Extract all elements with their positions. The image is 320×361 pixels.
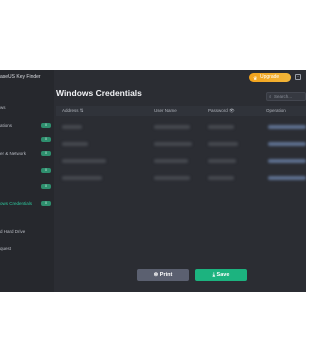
redacted-cell [62,142,88,146]
sidebar-item-windows-credentials[interactable]: ows Credentials 0 [0,199,54,208]
column-header-operation: Operation [266,108,286,113]
redacted-cell [154,159,188,163]
column-label: Address [62,108,79,113]
window-control-icon[interactable]: − [295,74,301,80]
sidebar-item-label: ws [0,105,6,110]
search-icon: ⌕ [269,94,272,99]
count-badge: 0 [41,136,51,142]
column-header-user-name: User Name [154,108,177,113]
print-label: Print [159,272,173,278]
column-header-address[interactable]: Address ⇅ [62,108,84,114]
save-label: Save [216,272,230,278]
redacted-cell [208,159,236,163]
redacted-cell [208,176,234,180]
sidebar-item-label: er & Network [0,151,27,156]
redacted-cell [154,142,192,146]
search-input[interactable]: ⌕ Search... [266,92,306,101]
save-button[interactable]: ⤓ Save [195,269,247,281]
count-badge: 0 [41,150,51,156]
table-row [56,171,306,186]
search-placeholder: Search... [274,94,293,99]
count-badge: 0 [41,183,51,189]
sidebar-item-3[interactable]: 0 [0,135,54,144]
redacted-cell [208,125,234,129]
upgrade-label: Upgrade [260,74,280,80]
sort-icon[interactable]: ⇅ [80,108,84,113]
redacted-cell [208,142,238,146]
count-badge: 0 [41,167,51,173]
sidebar-item-label: ations [0,123,13,128]
redacted-cell [154,176,190,180]
redacted-cell [154,125,190,129]
table-row [56,120,306,135]
table-header: Address ⇅ User Name Password 👁 Operation [56,106,306,116]
redacted-cell [62,125,82,129]
sidebar-item-5[interactable]: 0 [0,166,54,175]
upgrade-button[interactable]: ♛ Upgrade [249,73,291,82]
sidebar-item-applications[interactable]: ations 0 [0,121,54,130]
sidebar-item-browser-network[interactable]: er & Network 0 [0,149,54,158]
table-row [56,137,306,152]
sidebar-item-windows[interactable]: ws [0,103,54,112]
sidebar: aseUS Key Finder ws ations 0 0 er & Netw… [0,70,54,292]
app-title: aseUS Key Finder [0,74,41,80]
key-finder-window: aseUS Key Finder ws ations 0 0 er & Netw… [0,70,306,292]
count-badge: 0 [41,122,51,128]
column-header-password: Password 👁 [208,108,235,114]
page-title: Windows Credentials [56,88,142,98]
sidebar-item-request[interactable]: quest [0,244,54,253]
redacted-cell [62,176,102,180]
sidebar-item-6[interactable]: 0 [0,182,54,191]
redacted-operation[interactable] [268,176,306,180]
sidebar-item-label: quest [0,246,12,251]
count-badge: 0 [41,200,51,206]
sidebar-item-8[interactable] [0,215,54,224]
eye-icon[interactable]: 👁 [229,108,235,113]
crown-icon: ♛ [253,75,258,82]
redacted-cell [62,159,106,163]
redacted-operation[interactable] [268,125,306,129]
redacted-operation[interactable] [268,142,306,146]
print-button[interactable]: ⊜ Print [137,269,189,281]
sidebar-item-10[interactable] [0,234,54,243]
sidebar-item-label: ows Credentials [0,201,33,206]
table-row [56,154,306,169]
column-label: Password [208,108,228,113]
redacted-operation[interactable] [268,159,306,163]
